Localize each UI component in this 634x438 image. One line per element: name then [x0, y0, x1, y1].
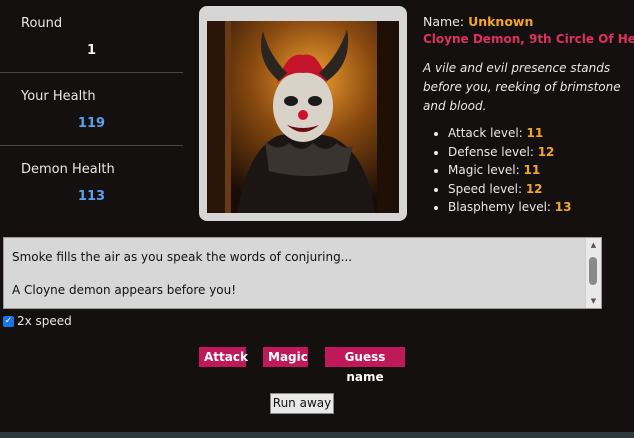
- run-away-button[interactable]: Run away: [270, 393, 334, 414]
- round-value: 1: [86, 43, 97, 58]
- speed-checkbox[interactable]: ✓: [3, 315, 14, 327]
- attack-level-item: Attack level: 11: [448, 124, 633, 143]
- log-line: A Cloyne demon appears before you!: [12, 283, 237, 297]
- divider: [0, 72, 183, 73]
- defense-level-item: Defense level: 12: [448, 143, 633, 162]
- demon-name-label: Name:: [423, 14, 469, 29]
- scroll-up-icon[interactable]: ▲: [586, 239, 601, 251]
- bottom-strip: [0, 432, 634, 438]
- magic-button[interactable]: Magic: [263, 347, 308, 367]
- speed-level-item: Speed level: 12: [448, 180, 633, 199]
- demon-description: A vile and evil presence stands before y…: [423, 61, 621, 113]
- log-scrollbar[interactable]: ▲ ▼: [585, 238, 601, 308]
- log-line: Smoke fills the air as you speak the wor…: [12, 250, 353, 264]
- round-label: Round: [21, 16, 63, 31]
- demon-name-line: Name: Unknown: [423, 14, 633, 29]
- speed-label: 2x speed: [17, 314, 72, 328]
- demon-portrait-frame: [199, 6, 407, 221]
- scroll-down-icon[interactable]: ▼: [586, 295, 601, 307]
- your-health-value: 119: [77, 116, 106, 131]
- demon-name-value: Unknown: [468, 14, 534, 29]
- demon-title: Cloyne Demon, 9th Circle Of Hell: [423, 32, 634, 46]
- demon-attributes-list: Attack level: 11 Defense level: 12 Magic…: [423, 124, 633, 217]
- blasphemy-level-item: Blasphemy level: 13: [448, 198, 633, 217]
- speed-option[interactable]: ✓ 2x speed: [3, 314, 72, 328]
- message-log[interactable]: Smoke fills the air as you speak the wor…: [3, 237, 602, 309]
- demon-health-value: 113: [77, 189, 106, 204]
- divider: [0, 145, 183, 146]
- attack-button[interactable]: Attack: [199, 347, 248, 367]
- demon-info: Name: Unknown Cloyne Demon, 9th Circle O…: [423, 14, 634, 217]
- demon-health-label: Demon Health: [21, 162, 115, 177]
- scrollbar-thumb[interactable]: [589, 257, 597, 285]
- your-health-label: Your Health: [21, 89, 96, 104]
- demon-portrait: [207, 21, 399, 213]
- guess-name-button[interactable]: Guess name: [325, 347, 405, 384]
- magic-level-item: Magic level: 11: [448, 161, 633, 180]
